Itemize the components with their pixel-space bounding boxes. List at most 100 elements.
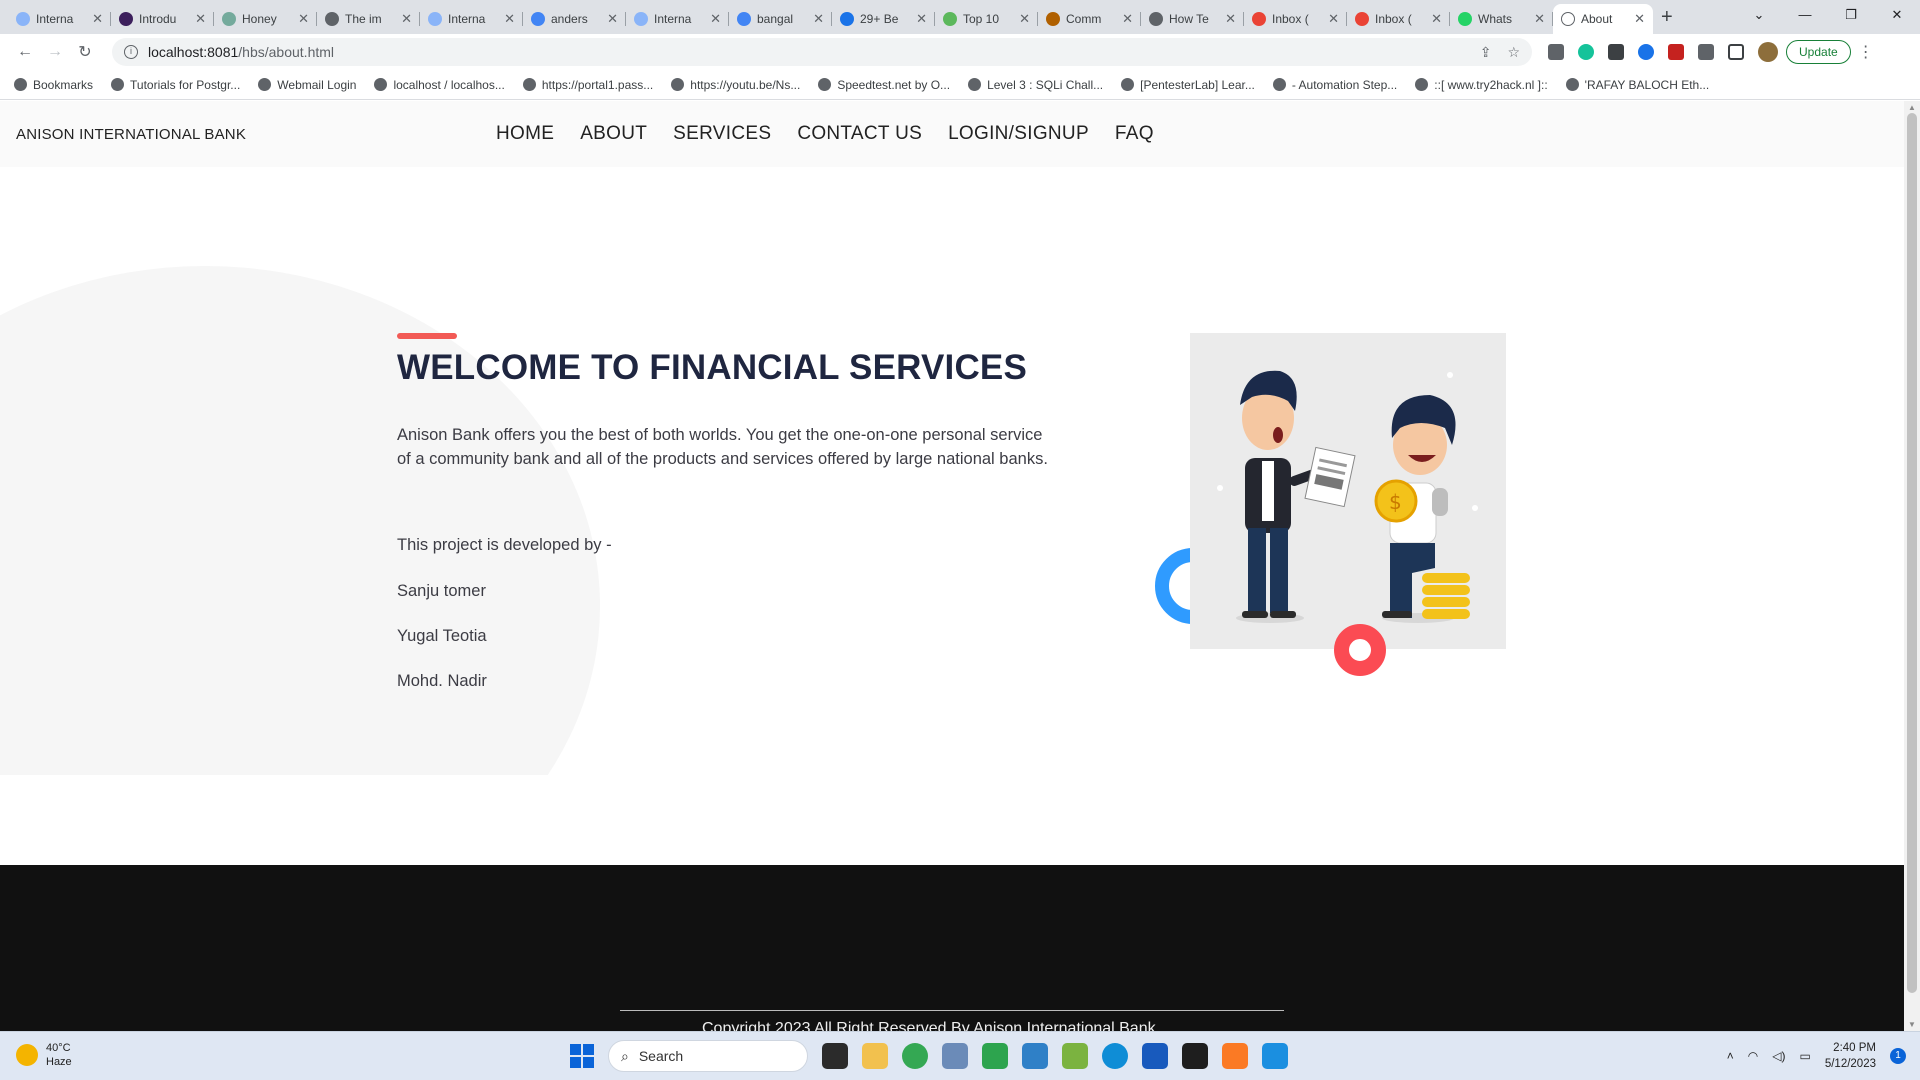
close-icon[interactable]: ✕ [813, 11, 824, 27]
notepad-icon[interactable] [1022, 1043, 1048, 1069]
scroll-down-arrow[interactable]: ▼ [1908, 1020, 1916, 1029]
close-icon[interactable]: ✕ [92, 11, 103, 27]
star-icon[interactable]: ☆ [1507, 44, 1520, 61]
close-icon[interactable]: ✕ [1019, 11, 1030, 27]
close-icon[interactable]: ✕ [1431, 11, 1442, 27]
info-icon[interactable]: i [124, 45, 138, 59]
bookmark-item[interactable]: Webmail Login [258, 78, 356, 92]
tab[interactable]: Honey ✕ [214, 4, 317, 34]
edge-icon[interactable] [1102, 1043, 1128, 1069]
bookmark-item[interactable]: Speedtest.net by O... [818, 78, 950, 92]
nav-link-about[interactable]: ABOUT [580, 123, 647, 145]
bookmark-item[interactable]: https://youtu.be/Ns... [671, 78, 800, 92]
page-scrollbar[interactable]: ▲ ▼ [1904, 101, 1920, 1031]
extension-icon[interactable] [1608, 44, 1624, 60]
tab[interactable]: anders ✕ [523, 4, 626, 34]
tab-active[interactable]: About ✕ [1553, 4, 1653, 34]
close-icon[interactable]: ✕ [916, 11, 927, 27]
tab[interactable]: 29+ Be ✕ [832, 4, 935, 34]
bookmark-item[interactable]: [PentesterLab] Lear... [1121, 78, 1255, 92]
close-icon[interactable]: ✕ [1225, 11, 1236, 27]
monitor-app-icon[interactable] [942, 1043, 968, 1069]
taskbar-search[interactable]: ⌕ Search [608, 1040, 808, 1072]
tab[interactable]: The im ✕ [317, 4, 420, 34]
tab[interactable]: Top 10 ✕ [935, 4, 1038, 34]
address-bar[interactable]: i localhost:8081/hbs/about.html ⇪ ☆ [112, 38, 1532, 66]
media-app-icon[interactable] [982, 1043, 1008, 1069]
tab-search-icon[interactable]: ⌄ [1736, 0, 1782, 30]
close-icon[interactable]: ✕ [298, 11, 309, 27]
close-icon[interactable]: ✕ [607, 11, 618, 27]
puzzle-icon[interactable] [1698, 44, 1714, 60]
tab[interactable]: Interna ✕ [626, 4, 729, 34]
minimize-button[interactable]: — [1782, 0, 1828, 30]
bookmark-item[interactable]: ::[ www.try2hack.nl ]:: [1415, 78, 1548, 92]
close-icon[interactable]: ✕ [1634, 11, 1645, 27]
back-button[interactable]: ← [10, 43, 40, 61]
bookmark-item[interactable]: https://portal1.pass... [522, 78, 653, 92]
chrome-icon[interactable] [902, 1043, 928, 1069]
tab[interactable]: Comm ✕ [1038, 4, 1141, 34]
tab[interactable]: Interna ✕ [420, 4, 523, 34]
close-icon[interactable]: ✕ [710, 11, 721, 27]
favicon-icon [1458, 12, 1472, 26]
tab[interactable]: Interna ✕ [8, 4, 111, 34]
close-icon[interactable]: ✕ [504, 11, 515, 27]
tab[interactable]: How Te ✕ [1141, 4, 1244, 34]
chevron-up-icon[interactable]: ˄ [1727, 1049, 1734, 1063]
nav-link-login-signup[interactable]: LOGIN/SIGNUP [948, 123, 1089, 145]
ublock-icon[interactable] [1668, 44, 1684, 60]
nav-link-faq[interactable]: FAQ [1115, 123, 1154, 145]
word-icon[interactable] [1142, 1043, 1168, 1069]
bookmarks-folder[interactable]: Bookmarks [14, 78, 93, 92]
terminal-icon[interactable] [1182, 1043, 1208, 1069]
windows-start-icon[interactable] [570, 1044, 594, 1068]
wifi-icon[interactable]: ◠ [1748, 1049, 1758, 1063]
color-picker-icon[interactable] [1638, 44, 1654, 60]
brand-name[interactable]: ANISON INTERNATIONAL BANK [16, 126, 246, 143]
tab[interactable]: Introdu ✕ [111, 4, 214, 34]
bookmark-item[interactable]: - Automation Step... [1272, 78, 1397, 92]
extension-icon[interactable] [1548, 44, 1564, 60]
battery-icon[interactable]: ▭ [1799, 1049, 1810, 1063]
sidepanel-icon[interactable] [1728, 44, 1744, 60]
xampp-icon[interactable] [1222, 1043, 1248, 1069]
bookmark-item[interactable]: localhost / localhos... [374, 78, 505, 92]
task-view-icon[interactable] [822, 1043, 848, 1069]
bookmark-item[interactable]: Level 3 : SQLi Chall... [968, 78, 1103, 92]
close-icon[interactable]: ✕ [195, 11, 206, 27]
tab[interactable]: bangal ✕ [729, 4, 832, 34]
spreadsheet-icon[interactable] [1062, 1043, 1088, 1069]
photos-icon[interactable] [1262, 1043, 1288, 1069]
restore-button[interactable]: ❐ [1828, 0, 1874, 30]
nav-link-home[interactable]: HOME [496, 123, 554, 145]
scroll-thumb[interactable] [1907, 113, 1917, 993]
star-icon [14, 78, 27, 91]
forward-button[interactable]: → [40, 43, 70, 61]
bookmark-item[interactable]: Tutorials for Postgr... [111, 78, 240, 92]
tab[interactable]: Whats ✕ [1450, 4, 1553, 34]
volume-icon[interactable]: ◁) [1772, 1049, 1785, 1063]
nav-link-services[interactable]: SERVICES [673, 123, 771, 145]
weather-widget[interactable]: 40°C Haze [16, 1041, 72, 1069]
close-icon[interactable]: ✕ [401, 11, 412, 27]
file-explorer-icon[interactable] [862, 1043, 888, 1069]
bookmark-item[interactable]: 'RAFAY BALOCH Eth... [1565, 78, 1709, 92]
tab[interactable]: Inbox (✕ [1244, 4, 1347, 34]
clock[interactable]: 2:40 PM 5/12/2023 [1825, 1040, 1876, 1072]
reload-button[interactable]: ↻ [70, 42, 100, 62]
close-icon[interactable]: ✕ [1534, 11, 1545, 27]
update-button[interactable]: Update [1786, 40, 1851, 64]
close-window-button[interactable]: ✕ [1874, 0, 1920, 30]
grammarly-icon[interactable] [1578, 44, 1594, 60]
scroll-up-arrow[interactable]: ▲ [1908, 103, 1916, 112]
avatar[interactable] [1758, 42, 1778, 62]
close-icon[interactable]: ✕ [1122, 11, 1133, 27]
notification-badge[interactable]: 1 [1890, 1048, 1906, 1064]
share-icon[interactable]: ⇪ [1480, 44, 1492, 61]
menu-icon[interactable]: ⋮ [1851, 42, 1881, 62]
nav-link-contact-us[interactable]: CONTACT US [797, 123, 922, 145]
tab[interactable]: Inbox (✕ [1347, 4, 1450, 34]
new-tab-button[interactable]: + [1661, 6, 1673, 29]
close-icon[interactable]: ✕ [1328, 11, 1339, 27]
